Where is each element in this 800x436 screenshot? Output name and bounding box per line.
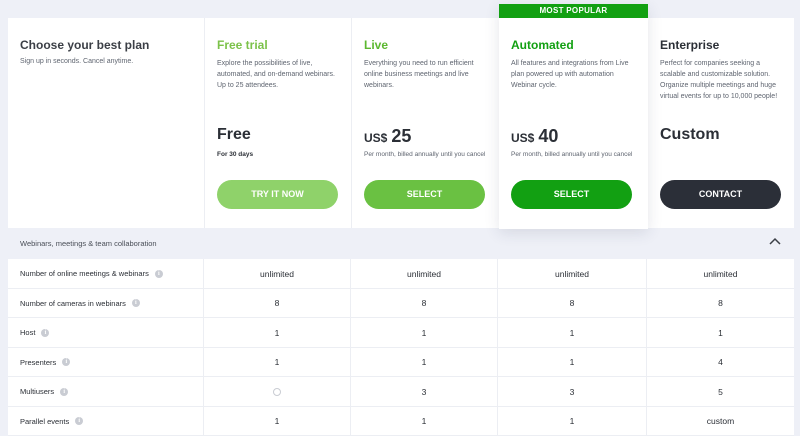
feature-value: 1	[351, 347, 498, 377]
feature-value: 1	[718, 327, 723, 338]
feature-value: 8	[351, 288, 498, 318]
feature-label-text: Presenters	[20, 357, 57, 367]
plan-description: Everything you need to run efficient onl…	[364, 60, 474, 89]
feature-value: 8	[204, 288, 351, 318]
table-row: Number of cameras in webinars i 8 8 8 8	[8, 288, 794, 318]
feature-value: unlimited	[204, 259, 351, 289]
feature-label: Parallel events i	[8, 406, 204, 436]
feature-value: unlimited	[351, 259, 498, 289]
plan-name: Enterprise	[660, 38, 720, 52]
feature-table: Number of online meetings & webinars i un…	[8, 259, 794, 436]
plan-card-live: Live Everything you need to run efficien…	[351, 18, 498, 228]
plan-price-value: 25	[391, 126, 412, 146]
table-row: Host i 1 1 1 1	[8, 318, 794, 348]
intro-column: Choose your best plan Sign up in seconds…	[8, 18, 204, 228]
feature-value: 1	[204, 406, 351, 436]
feature-label: Number of online meetings & webinars i	[8, 259, 204, 289]
plan-description: All features and integrations from Live …	[511, 60, 629, 89]
plan-description: Perfect for companies seeking a scalable…	[660, 60, 778, 100]
feature-label-text: Multiusers	[20, 387, 55, 397]
contact-button[interactable]: CONTACT	[660, 180, 781, 209]
plan-price-value: 40	[538, 126, 559, 146]
info-icon[interactable]: i	[62, 358, 71, 367]
most-popular-badge: MOST POPULAR	[499, 4, 648, 18]
select-automated-button[interactable]: SELECT	[511, 180, 632, 209]
plan-card-automated: MOST POPULAR Automated All features and …	[499, 4, 648, 229]
feature-value: 3	[498, 377, 647, 407]
plan-price: Custom	[660, 126, 720, 143]
select-live-button[interactable]: SELECT	[364, 180, 485, 209]
plan-card-enterprise: Enterprise Perfect for companies seeking…	[647, 18, 794, 228]
plans-header: Choose your best plan Sign up in seconds…	[8, 18, 794, 228]
feature-value: 8	[718, 298, 723, 309]
feature-value: 1	[498, 347, 647, 377]
feature-label-text: Host	[20, 328, 36, 338]
feature-value: 1	[498, 406, 647, 436]
feature-value: unlimited	[498, 259, 647, 289]
plan-currency: US$	[364, 131, 388, 145]
info-icon[interactable]: i	[75, 417, 84, 426]
feature-label: Number of cameras in webinars i	[8, 288, 204, 318]
plan-price-note: For 30 days	[217, 151, 254, 158]
feature-label-text: Parallel events	[20, 416, 70, 426]
feature-label: Multiusers i	[8, 377, 204, 407]
circle-outline-icon	[273, 387, 281, 396]
feature-value: 1	[204, 318, 351, 348]
table-row: Presenters i 1 1 1 4	[8, 347, 794, 377]
plan-price: Free	[217, 126, 251, 143]
feature-label: Presenters i	[8, 347, 204, 377]
plan-card-free-trial: Free trial Explore the possibilities of …	[204, 18, 351, 228]
chevron-up-icon[interactable]	[768, 235, 782, 249]
section-title: Webinars, meetings & team collaboration	[20, 239, 157, 248]
feature-value: 1	[351, 406, 498, 436]
plan-name: Free trial	[217, 38, 268, 52]
plan-currency: US$	[511, 131, 535, 145]
feature-value: 3	[351, 377, 498, 407]
plan-price: US$ 40	[511, 126, 558, 147]
feature-value: custom	[706, 416, 735, 427]
try-it-now-button[interactable]: TRY IT NOW	[217, 180, 338, 209]
feature-value: 1	[204, 347, 351, 377]
feature-value: 5	[718, 386, 723, 397]
table-row: Number of online meetings & webinars i un…	[8, 259, 794, 289]
section-header[interactable]: Webinars, meetings & team collaboration	[8, 232, 794, 256]
feature-value: 8	[498, 288, 647, 318]
info-icon[interactable]: i	[131, 299, 140, 308]
plan-price-note: Per month, billed annually until you can…	[364, 151, 486, 158]
feature-value: 4	[718, 357, 723, 368]
info-icon[interactable]: i	[41, 328, 50, 337]
table-row: Parallel events i 1 1 1 custom	[8, 406, 794, 436]
table-row: Multiusers i 3 3 5	[8, 377, 794, 407]
plan-description: Explore the possibilities of live, autom…	[217, 60, 335, 89]
feature-value: unlimited	[703, 268, 738, 279]
page-title: Choose your best plan	[20, 38, 150, 52]
info-icon[interactable]: i	[60, 387, 69, 396]
feature-value: 1	[351, 318, 498, 348]
feature-value	[204, 377, 351, 407]
feature-label: Host i	[8, 318, 204, 348]
feature-value: 1	[498, 318, 647, 348]
info-icon[interactable]: i	[154, 269, 163, 278]
feature-label-text: Number of cameras in webinars	[20, 298, 126, 308]
plan-price-note: Per month, billed annually until you can…	[511, 151, 633, 158]
plan-name: Live	[364, 38, 389, 52]
feature-label-text: Number of online meetings & webinars	[20, 269, 149, 279]
plan-name: Automated	[511, 38, 574, 52]
plan-price: US$ 25	[364, 126, 411, 147]
page-subtitle: Sign up in seconds. Cancel anytime.	[20, 58, 134, 65]
